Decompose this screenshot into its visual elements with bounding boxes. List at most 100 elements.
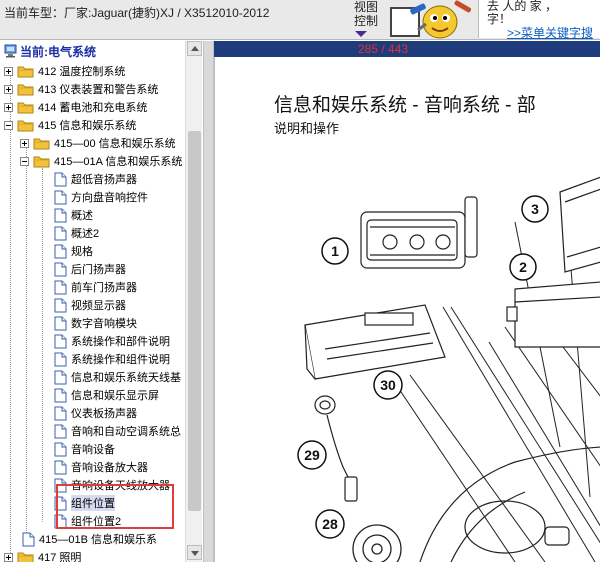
folder-icon — [17, 120, 34, 131]
tree-node[interactable]: 超低音扬声器 — [52, 170, 137, 188]
folder-icon — [17, 84, 34, 95]
folder-icon — [33, 138, 50, 149]
document-subtitle: 说明和操作 — [274, 121, 340, 136]
document-icon — [54, 208, 67, 222]
tree-node[interactable]: 概述2 — [52, 224, 99, 242]
tree-node[interactable]: 417 照明 — [4, 548, 81, 562]
document-icon — [54, 316, 67, 330]
tree-node[interactable]: 方向盘音响控件 — [52, 188, 148, 206]
document-icon — [54, 352, 67, 366]
collapse-minus-icon[interactable] — [20, 156, 29, 166]
tree-node[interactable]: 414 蓄电池和充电系统 — [4, 98, 147, 116]
document-icon — [54, 244, 67, 258]
tree-scrollbar[interactable] — [185, 41, 202, 562]
folder-icon — [17, 66, 34, 77]
document-icon — [54, 190, 67, 204]
tree-node[interactable]: 规格 — [52, 242, 93, 260]
callout-30-label: 30 — [380, 377, 396, 393]
tree-node[interactable]: 组件位置 — [52, 494, 115, 512]
tree-node[interactable]: 信息和娱乐显示屏 — [52, 386, 159, 404]
tree-node[interactable]: 视频显示器 — [52, 296, 126, 314]
document-icon — [54, 226, 67, 240]
tree-node-label: 组件位置2 — [71, 516, 122, 528]
folder-icon — [17, 552, 34, 562]
scroll-thumb[interactable] — [188, 131, 201, 511]
document-title: 信息和娱乐系统 - 音响系统 - 部 — [274, 95, 536, 116]
scroll-up-button[interactable] — [187, 41, 202, 56]
tree-node[interactable]: 415—01A 信息和娱乐系统 — [20, 152, 182, 170]
tree-node-label: 信息和娱乐系统天线基 — [71, 372, 181, 384]
tree-node[interactable]: 前车门扬声器 — [52, 278, 137, 296]
tree-node-label: 音响设备 — [71, 444, 115, 456]
view-control-label-line1: 视图 — [354, 0, 379, 14]
document-icon — [54, 514, 67, 528]
tree-node[interactable]: 数字音响模块 — [52, 314, 137, 332]
audio-module-part — [304, 304, 446, 380]
tree-node[interactable]: 415—01B 信息和娱乐系 — [20, 530, 157, 548]
document-icon — [54, 442, 67, 456]
tree-node-label: 后门扬声器 — [71, 264, 126, 276]
tree-node[interactable]: 仪表板扬声器 — [52, 404, 137, 422]
radio-control-panel-part — [360, 196, 478, 269]
expand-plus-icon[interactable] — [20, 138, 29, 148]
tree-node[interactable]: 音响设备 — [52, 440, 115, 458]
tree-node[interactable]: 音响和自动空调系统总 — [52, 422, 181, 440]
view-control-button[interactable]: 视图 控制 — [354, 0, 384, 28]
tree-node[interactable]: 系统操作和部件说明 — [52, 332, 170, 350]
document-page: 1 2 3 28 29 30 信息和娱乐系统 - 音响系统 - 部 说明和操作 — [214, 57, 600, 562]
document-icon — [54, 424, 67, 438]
tree-node-label: 规格 — [71, 246, 93, 258]
document-icon — [54, 172, 67, 186]
expand-plus-icon[interactable] — [4, 102, 13, 112]
callout-28-label: 28 — [322, 516, 338, 532]
speaker-woofer-part — [352, 524, 402, 562]
document-icon — [54, 388, 67, 402]
document-icon — [22, 532, 35, 546]
panel-splitter[interactable] — [203, 41, 214, 562]
view-control-label-line2: 控制 — [354, 14, 379, 28]
tree-node-label: 方向盘音响控件 — [71, 192, 148, 204]
current-car-model: 当前车型：厂家:Jaguar(捷豹)XJ / X3512010-2012 — [4, 6, 270, 20]
callout-29-label: 29 — [304, 447, 320, 463]
scroll-down-button[interactable] — [187, 545, 202, 560]
tree-node[interactable]: 音响设备放大器 — [52, 458, 148, 476]
arrow-up-icon — [191, 46, 199, 51]
expand-plus-icon[interactable] — [4, 84, 13, 94]
tree-node-label: 417 照明 — [38, 552, 82, 562]
document-icon — [54, 406, 67, 420]
tree-node-label: 音响设备天线放大器 — [71, 480, 170, 492]
callout-2-label: 2 — [519, 259, 527, 275]
expand-plus-icon[interactable] — [4, 66, 13, 76]
tree-node[interactable]: 组件位置2 — [52, 512, 121, 530]
tree-node[interactable]: 413 仪表装置和警告系统 — [4, 80, 158, 98]
expand-plus-icon[interactable] — [4, 552, 13, 562]
tree-node[interactable]: 系统操作和组件说明 — [52, 350, 170, 368]
view-control-arrow-icon[interactable] — [355, 31, 367, 37]
tree-node-label: 仪表板扬声器 — [71, 408, 137, 420]
document-icon — [54, 478, 67, 492]
tree-node[interactable]: 后门扬声器 — [52, 260, 126, 278]
computer-icon — [4, 44, 17, 58]
tree-node[interactable]: 412 温度控制系统 — [4, 62, 125, 80]
tree-node[interactable]: 概述 — [52, 206, 93, 224]
top-bar: 当前车型：厂家:Jaguar(捷豹)XJ / X3512010-2012 视图 … — [0, 0, 600, 40]
menu-keyword-search-link[interactable]: >>菜单关键字搜 — [507, 24, 593, 41]
tree-node-label: 信息和娱乐显示屏 — [71, 390, 159, 402]
arrow-down-icon — [191, 551, 199, 556]
tree-node[interactable]: 信息和娱乐系统天线基 — [52, 368, 181, 386]
tree-node-label: 415—01B 信息和娱乐系 — [39, 534, 157, 546]
document-viewer: 285 / 443 1 2 3 28 29 30 信息和娱乐系统 - 音响系统 … — [214, 41, 600, 562]
tree-root-current-system[interactable]: 当前:电气系统 — [4, 42, 96, 60]
tree-node[interactable]: 音响设备天线放大器 — [52, 476, 170, 494]
tree-node-label: 音响设备放大器 — [71, 462, 148, 474]
tree-node-label: 412 温度控制系统 — [38, 66, 126, 78]
tree-node-label: 415—01A 信息和娱乐系统 — [54, 156, 183, 168]
amplifier-module-part — [506, 281, 600, 348]
collapse-minus-icon[interactable] — [4, 120, 13, 130]
document-icon — [54, 496, 67, 510]
tree-node[interactable]: 415—00 信息和娱乐系统 — [20, 134, 176, 152]
tree-node-label: 概述 — [71, 210, 93, 222]
tree-node[interactable]: 415 信息和娱乐系统 — [4, 116, 136, 134]
tree-node-label: 前车门扬声器 — [71, 282, 137, 294]
navigation-tree: 当前:电气系统 412 温度控制系统 413 仪表装置和警告系统 414 蓄电池和充… — [0, 41, 203, 562]
